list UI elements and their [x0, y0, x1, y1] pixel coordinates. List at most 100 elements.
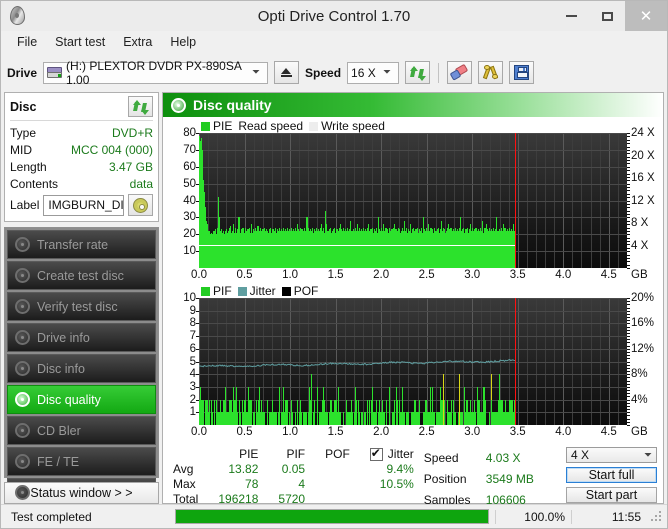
tools-button[interactable] — [478, 61, 504, 84]
row-label-avg: Avg — [173, 462, 194, 476]
x-tick-label: 2.0 — [373, 426, 390, 438]
cell-max-pof — [315, 477, 360, 492]
column-header-jitter-label: Jitter — [387, 447, 414, 461]
table-header-row: PIE PIF POF Jitter — [171, 446, 424, 462]
y-tick-label: 60 — [183, 160, 196, 173]
sidebar-item-label: Create test disc — [37, 268, 124, 283]
close-icon: ✕ — [639, 8, 653, 25]
save-button[interactable] — [509, 61, 535, 84]
close-button[interactable]: ✕ — [625, 1, 667, 31]
sidebar-item-label: Disc info — [37, 361, 85, 376]
stats-info: Speed 4.03 X Position 3549 MB Samples 10… — [423, 447, 566, 507]
y2-tick-label: 12 X — [631, 194, 655, 207]
menu-item-file[interactable]: File — [9, 33, 45, 51]
chevron-down-icon: ⏷ — [383, 67, 392, 78]
content-panel: Disc quality PIE Read speed Write speed … — [162, 92, 664, 507]
disc-bler-icon — [15, 423, 30, 438]
menu-item-help[interactable]: Help — [162, 33, 204, 51]
resize-grip[interactable] — [651, 510, 663, 523]
sidebar-item-create-test-disc[interactable]: Create test disc — [7, 261, 156, 290]
disc-row-key: MID — [10, 142, 32, 157]
sidebar-item-drive-info[interactable]: Drive info — [7, 323, 156, 352]
progress-bar — [175, 509, 489, 524]
y2-tick-label: 24 X — [631, 127, 655, 139]
info-key: Speed — [423, 450, 459, 465]
legend-item-write-speed: Write speed — [309, 119, 385, 133]
column-header-pie: PIE — [239, 447, 259, 461]
x-tick-label: 4.0 — [555, 269, 572, 281]
legend-label: Write speed — [321, 119, 385, 133]
pif-x-axis-row: 0.0 0.5 1.0 1.5 2.0 2.5 3.0 3.5 4.0 4.5 GB — [163, 425, 663, 441]
disc-refresh-button[interactable] — [128, 96, 153, 117]
disc-label-row: Label IMGBURN_DIS — [10, 194, 153, 216]
disc-row-value: data — [129, 176, 153, 191]
disc-row-key: Type — [10, 125, 37, 140]
disc-row-value: MCC 004 (000) — [70, 142, 153, 157]
disc-row-value: 3.47 GB — [108, 159, 153, 174]
sidebar-item-verify-test-disc[interactable]: Verify test disc — [7, 292, 156, 321]
app-disc-icon — [7, 5, 29, 27]
sidebar-item-disc-info[interactable]: Disc info — [7, 354, 156, 383]
y2-tick-label: 20% — [631, 292, 655, 304]
legend-item-pof: POF — [281, 284, 318, 298]
cell-avg-jitter: 9.4% — [386, 462, 414, 476]
disc-label-key: Label — [10, 198, 40, 212]
pie-plot-area[interactable] — [199, 133, 627, 268]
legend-swatch — [309, 121, 319, 131]
legend-label: Jitter — [249, 284, 276, 298]
maximize-button[interactable] — [589, 1, 625, 31]
pif-x-axis-unit: GB — [631, 426, 648, 438]
start-part-button[interactable]: Start part — [566, 487, 657, 503]
test-speed-select[interactable]: 4 X ⏷ — [566, 447, 657, 463]
menu-item-extra[interactable]: Extra — [115, 33, 160, 51]
refresh-button[interactable] — [405, 61, 431, 84]
info-value: 3549 MB — [485, 471, 534, 486]
minimize-icon — [565, 15, 577, 17]
x-tick-label: 1.0 — [282, 269, 299, 281]
erase-button[interactable] — [447, 61, 473, 84]
menu-item-start-test[interactable]: Start test — [47, 33, 113, 51]
eject-button[interactable] — [274, 61, 300, 84]
legend-swatch — [201, 121, 210, 131]
sidebar-item-fe-te[interactable]: FE / TE — [7, 447, 156, 476]
x-tick-label: 1.5 — [327, 269, 344, 281]
toolbar: Drive (H:) PLEXTOR DVDR PX-890SA 1.00 ⏷ … — [1, 53, 667, 92]
speed-label: Speed — [305, 65, 342, 80]
x-tick-label: 0.0 — [191, 269, 207, 281]
y2-tick-label: 4 X — [631, 239, 649, 252]
tools-icon — [482, 65, 499, 80]
progress-percent: 100.0% — [495, 509, 571, 524]
drive-select[interactable]: (H:) PLEXTOR DVDR PX-890SA 1.00 ⏷ — [43, 59, 269, 87]
x-tick-label: 3.0 — [464, 269, 481, 281]
pie-x-axis: 0.0 0.5 1.0 1.5 2.0 2.5 3.0 3.5 4.0 4.5 — [191, 268, 627, 284]
toolbar-divider — [438, 62, 440, 83]
pie-chart-legend: PIE Read speed Write speed — [163, 119, 663, 133]
app-window: Opti Drive Control 1.70 ✕ File Start tes… — [0, 0, 668, 529]
y2-tick-label: 8% — [631, 368, 648, 381]
y-tick-label: 50 — [183, 177, 196, 190]
jitter-checkbox[interactable] — [369, 446, 383, 461]
disc-icon-button[interactable] — [128, 194, 153, 216]
sidebar-item-label: Transfer rate — [37, 237, 109, 252]
disc-row-type: Type DVD+R — [10, 124, 153, 141]
pie-y-axis: 10 20 30 40 50 60 70 80 — [163, 127, 199, 268]
sidebar-item-disc-quality[interactable]: Disc quality — [7, 385, 156, 414]
start-full-button[interactable]: Start full — [566, 467, 657, 483]
disc-label-input[interactable]: IMGBURN_DIS — [43, 194, 124, 216]
minimize-button[interactable] — [553, 1, 589, 31]
x-tick-label: 1.0 — [282, 426, 299, 438]
eraser-icon — [449, 63, 469, 81]
y-tick-label: 10 — [183, 245, 196, 258]
x-tick-label: 0.5 — [236, 269, 253, 281]
status-bar: Test completed 100.0% 11:55 — [1, 504, 667, 528]
y-tick-label: 70 — [183, 143, 196, 156]
speed-select-value: 16 X — [351, 65, 376, 80]
speed-select[interactable]: 16 X ⏷ — [347, 61, 400, 84]
disc-verify-icon — [15, 299, 30, 314]
sidebar-item-transfer-rate[interactable]: Transfer rate — [7, 230, 156, 259]
pif-plot-area[interactable] — [199, 298, 627, 425]
disc-scan-icon — [15, 237, 30, 252]
x-tick-label: 1.5 — [327, 426, 344, 438]
optical-drive-icon — [47, 66, 63, 79]
sidebar-item-cd-bler[interactable]: CD Bler — [7, 416, 156, 445]
